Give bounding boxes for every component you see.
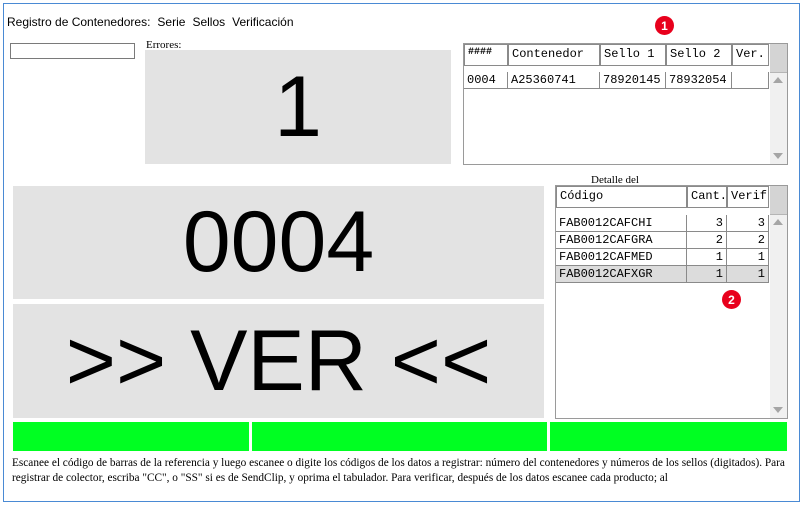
col-header-contenedor[interactable]: Contenedor (508, 44, 600, 66)
col-header-sello1[interactable]: Sello 1 (600, 44, 666, 66)
cell-codigo: FAB0012CAFCHI (556, 215, 687, 231)
cell-cant: 2 (687, 232, 727, 248)
detail-table[interactable]: Código Cant. Verif. FAB0012CAFCHI 3 3 FA… (555, 185, 788, 419)
progress-segment-2 (252, 422, 547, 451)
scroll-up-icon[interactable] (773, 219, 783, 225)
menu-bar: Registro de Contenedores: Serie Sellos Veri… (7, 15, 301, 29)
cell-ver (732, 72, 769, 88)
scan-input[interactable] (10, 43, 135, 59)
containers-table[interactable]: #### Contenedor Sello 1 Sello 2 Ver. 000… (463, 43, 788, 165)
containers-scrollbar[interactable] (770, 44, 787, 164)
cell-verif: 1 (727, 249, 769, 265)
detail-scrollbar[interactable] (770, 186, 787, 418)
col-header-number[interactable]: #### (464, 44, 508, 66)
cell-verif: 1 (727, 266, 769, 282)
menu-serie[interactable]: Serie (157, 15, 185, 29)
annotation-badge-2: 2 (722, 290, 741, 309)
menu-registro[interactable]: Registro de Contenedores: (7, 15, 150, 29)
cell-codigo: FAB0012CAFMED (556, 249, 687, 265)
cell-cant: 1 (687, 249, 727, 265)
col-header-codigo[interactable]: Código (556, 186, 687, 208)
cell-contenedor: A25360741 (508, 72, 600, 88)
cell-sello1: 78920145 (600, 72, 666, 88)
errors-count-display: 1 (145, 50, 451, 164)
cell-cant: 1 (687, 266, 727, 282)
scroll-down-icon[interactable] (773, 153, 783, 159)
cell-codigo: FAB0012CAFXGR (556, 266, 687, 282)
container-count-display: 0004 (13, 186, 544, 299)
instructions-text: Escanee el código de barras de la refere… (12, 457, 785, 484)
progress-segment-1 (13, 422, 249, 451)
col-header-ver[interactable]: Ver. (732, 44, 769, 66)
row-divider (556, 282, 769, 283)
cell-verif: 2 (727, 232, 769, 248)
progress-segment-3 (550, 422, 787, 451)
cell-sello2: 78932054 (666, 72, 732, 88)
col-header-sello2[interactable]: Sello 2 (666, 44, 732, 66)
cell-codigo: FAB0012CAFGRA (556, 232, 687, 248)
scroll-up-icon[interactable] (773, 77, 783, 83)
annotation-badge-1: 1 (655, 16, 674, 35)
col-header-verif[interactable]: Verif. (727, 186, 769, 208)
menu-verificacion[interactable]: Verificación (232, 15, 293, 29)
col-header-cant[interactable]: Cant. (687, 186, 727, 208)
cell-number: 0004 (464, 72, 508, 88)
cell-verif: 3 (727, 215, 769, 231)
status-display: >> VER << (13, 304, 544, 418)
row-divider (464, 88, 769, 89)
scroll-down-icon[interactable] (773, 407, 783, 413)
cell-cant: 3 (687, 215, 727, 231)
menu-sellos[interactable]: Sellos (192, 15, 225, 29)
